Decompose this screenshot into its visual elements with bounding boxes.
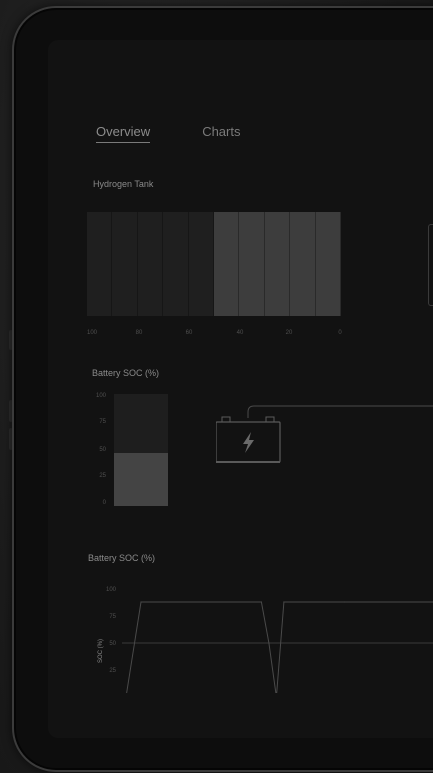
tank-cell <box>87 212 113 316</box>
soc-axis-tick: 50 <box>99 447 106 453</box>
connection-line <box>247 405 433 418</box>
battery-soc-chart-svg: Battery SOC (%) SOC (%) 1007550250 <box>88 553 433 701</box>
soc-axis-tick: 25 <box>99 473 106 479</box>
battery-soc-axis: 100 75 50 25 0 <box>92 393 106 506</box>
tank-cell-filled <box>214 212 240 316</box>
soc-axis-tick: 100 <box>95 393 106 399</box>
battery-soc-bar <box>114 394 168 506</box>
hydrogen-tank-title: Hydrogen Tank <box>93 179 154 189</box>
battery-diagram-svg <box>215 405 433 463</box>
chart-data-point <box>268 642 270 644</box>
tank-cell-filled <box>264 212 291 316</box>
tab-bar: Overview Charts <box>96 124 240 143</box>
tank-cell <box>137 212 164 316</box>
chart-data-point <box>260 601 262 603</box>
chart-y-tick-label: 100 <box>106 587 117 593</box>
battery-bolt-icon <box>215 416 281 463</box>
chart-y-axis-label: SOC (%) <box>98 639 104 663</box>
battery-soc-fill <box>114 453 168 506</box>
chart-y-tick-label: 25 <box>109 668 116 674</box>
tab-charts[interactable]: Charts <box>202 124 240 143</box>
chart-y-tick-label: 75 <box>109 614 116 620</box>
soc-axis-tick: 0 <box>102 500 106 506</box>
chart-data-point <box>343 601 345 603</box>
tank-cell-filled <box>315 212 342 316</box>
tank-axis-tick: 100 <box>86 330 98 336</box>
chart-data-point <box>283 601 285 603</box>
app-screen: Overview Charts Hydrogen Tank 100 80 60 … <box>48 40 433 738</box>
tank-cell-filled <box>290 212 316 316</box>
tank-axis-tick: 40 <box>236 330 244 336</box>
hydrogen-tank-gauge <box>87 212 342 316</box>
chart-series-line <box>125 601 433 698</box>
tank-cell <box>188 212 215 316</box>
tank-axis-tick: 80 <box>135 330 143 336</box>
right-panel-edge <box>428 224 433 306</box>
hydrogen-tank-axis: 100 80 60 40 20 0 <box>86 330 342 340</box>
battery-soc-title: Battery SOC (%) <box>92 368 160 378</box>
chart-data-point <box>140 601 142 603</box>
tank-axis-tick: 0 <box>338 330 342 336</box>
tank-cell-filled <box>239 212 265 316</box>
chart-series-group <box>125 601 433 698</box>
tank-cell <box>112 212 138 316</box>
battery-diagram <box>215 404 433 474</box>
page-background: Overview Charts Hydrogen Tank 100 80 60 … <box>0 0 433 773</box>
chart-title: Battery SOC (%) <box>88 553 155 563</box>
tab-overview[interactable]: Overview <box>96 124 151 143</box>
chart-y-tick-label: 50 <box>109 641 116 647</box>
tank-axis-tick: 60 <box>185 330 193 336</box>
chart-y-ticks: 1007550250 <box>106 587 117 701</box>
soc-axis-tick: 75 <box>99 419 106 425</box>
tank-axis-tick: 20 <box>285 330 293 336</box>
battery-soc-chart: Battery SOC (%) SOC (%) 1007550250 <box>82 553 433 701</box>
tank-cell <box>163 212 189 316</box>
